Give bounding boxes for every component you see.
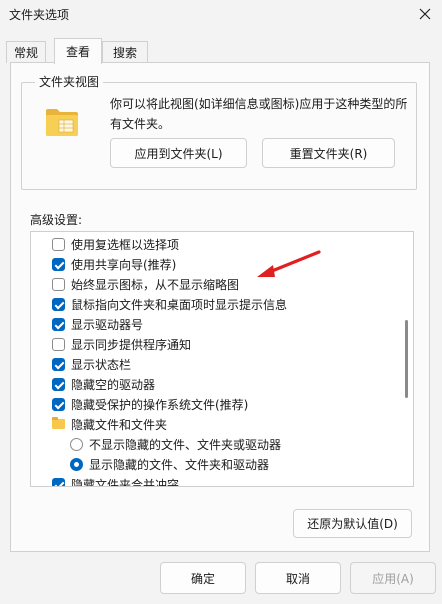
radio-button-selected[interactable] [70, 457, 83, 471]
apply-to-folders-button[interactable]: 应用到文件夹(L) [110, 138, 247, 168]
option-hide-merge-conflicts[interactable]: 隐藏文件夹合并冲突 [52, 474, 413, 487]
option-show-status-bar[interactable]: 显示状态栏 [52, 354, 413, 374]
checkbox-checked[interactable] [52, 297, 65, 311]
apply-button[interactable]: 应用(A) [350, 562, 436, 594]
option-show-hidden[interactable]: 显示隐藏的文件、文件夹和驱动器 [70, 454, 413, 474]
option-label: 显示同步提供程序通知 [71, 337, 192, 352]
group-label: 隐藏文件和文件夹 [71, 417, 168, 432]
checkbox[interactable] [52, 277, 65, 291]
option-label: 使用共享向导(推荐) [71, 257, 177, 272]
option-label: 使用复选框以选择项 [71, 237, 180, 252]
checkbox-checked[interactable] [52, 477, 65, 486]
tab-view[interactable]: 查看 [54, 38, 102, 64]
checkbox-checked[interactable] [52, 317, 65, 331]
option-label: 显示驱动器号 [71, 317, 144, 332]
checkbox-checked[interactable] [52, 377, 65, 391]
option-label: 始终显示图标，从不显示缩略图 [71, 277, 240, 292]
ok-button[interactable]: 确定 [160, 562, 246, 594]
option-always-show-icons[interactable]: 始终显示图标，从不显示缩略图 [52, 274, 413, 294]
option-hide-protected-os-files[interactable]: 隐藏受保护的操作系统文件(推荐) [52, 394, 413, 414]
radio-button[interactable] [70, 437, 83, 451]
group-hidden-files: 隐藏文件和文件夹 [52, 414, 413, 434]
advanced-settings-list[interactable]: 使用复选框以选择项 使用共享向导(推荐) 始终显示图标，从不显示缩略图 鼠标指向… [30, 231, 414, 487]
option-show-drive-letters[interactable]: 显示驱动器号 [52, 314, 413, 334]
advanced-settings-label: 高级设置: [30, 213, 83, 227]
restore-defaults-button[interactable]: 还原为默认值(D) [293, 509, 412, 538]
option-sharing-wizard[interactable]: 使用共享向导(推荐) [52, 254, 413, 274]
annotation-arrow-icon [257, 250, 321, 277]
checkbox[interactable] [52, 337, 65, 351]
scrollbar-thumb[interactable] [405, 320, 408, 398]
option-label: 显示隐藏的文件、文件夹和驱动器 [89, 457, 270, 472]
folder-views-description: 你可以将此视图(如详细信息或图标)应用于这种类型的所有文件夹。 [110, 97, 408, 131]
cancel-button[interactable]: 取消 [255, 562, 341, 594]
folder-icon [52, 417, 65, 429]
option-label: 隐藏文件夹合并冲突 [71, 477, 180, 487]
close-button[interactable] [408, 0, 442, 28]
close-icon [419, 8, 431, 20]
option-hide-empty-drives[interactable]: 隐藏空的驱动器 [52, 374, 413, 394]
option-label: 隐藏空的驱动器 [71, 377, 156, 392]
reset-folders-button[interactable]: 重置文件夹(R) [262, 138, 395, 168]
checkbox-checked[interactable] [52, 257, 65, 271]
tab-search[interactable]: 搜索 [102, 41, 148, 63]
tab-general[interactable]: 常规 [6, 41, 46, 63]
option-dont-show-hidden[interactable]: 不显示隐藏的文件、文件夹或驱动器 [70, 434, 413, 454]
folder-icon [46, 109, 78, 136]
option-label: 显示状态栏 [71, 357, 132, 372]
checkbox[interactable] [52, 237, 65, 251]
checkbox-checked[interactable] [52, 357, 65, 371]
option-label: 鼠标指向文件夹和桌面项时显示提示信息 [71, 297, 288, 312]
option-show-popup-description[interactable]: 鼠标指向文件夹和桌面项时显示提示信息 [52, 294, 413, 314]
option-sync-provider-notifications[interactable]: 显示同步提供程序通知 [52, 334, 413, 354]
folder-views-title: 文件夹视图 [35, 73, 104, 90]
checkbox-checked[interactable] [52, 397, 65, 411]
window-title: 文件夹选项 [9, 8, 70, 22]
option-label: 不显示隐藏的文件、文件夹或驱动器 [89, 437, 282, 452]
title-bar: 文件夹选项 [0, 0, 442, 28]
option-use-checkboxes[interactable]: 使用复选框以选择项 [52, 234, 413, 254]
option-label: 隐藏受保护的操作系统文件(推荐) [71, 397, 249, 412]
